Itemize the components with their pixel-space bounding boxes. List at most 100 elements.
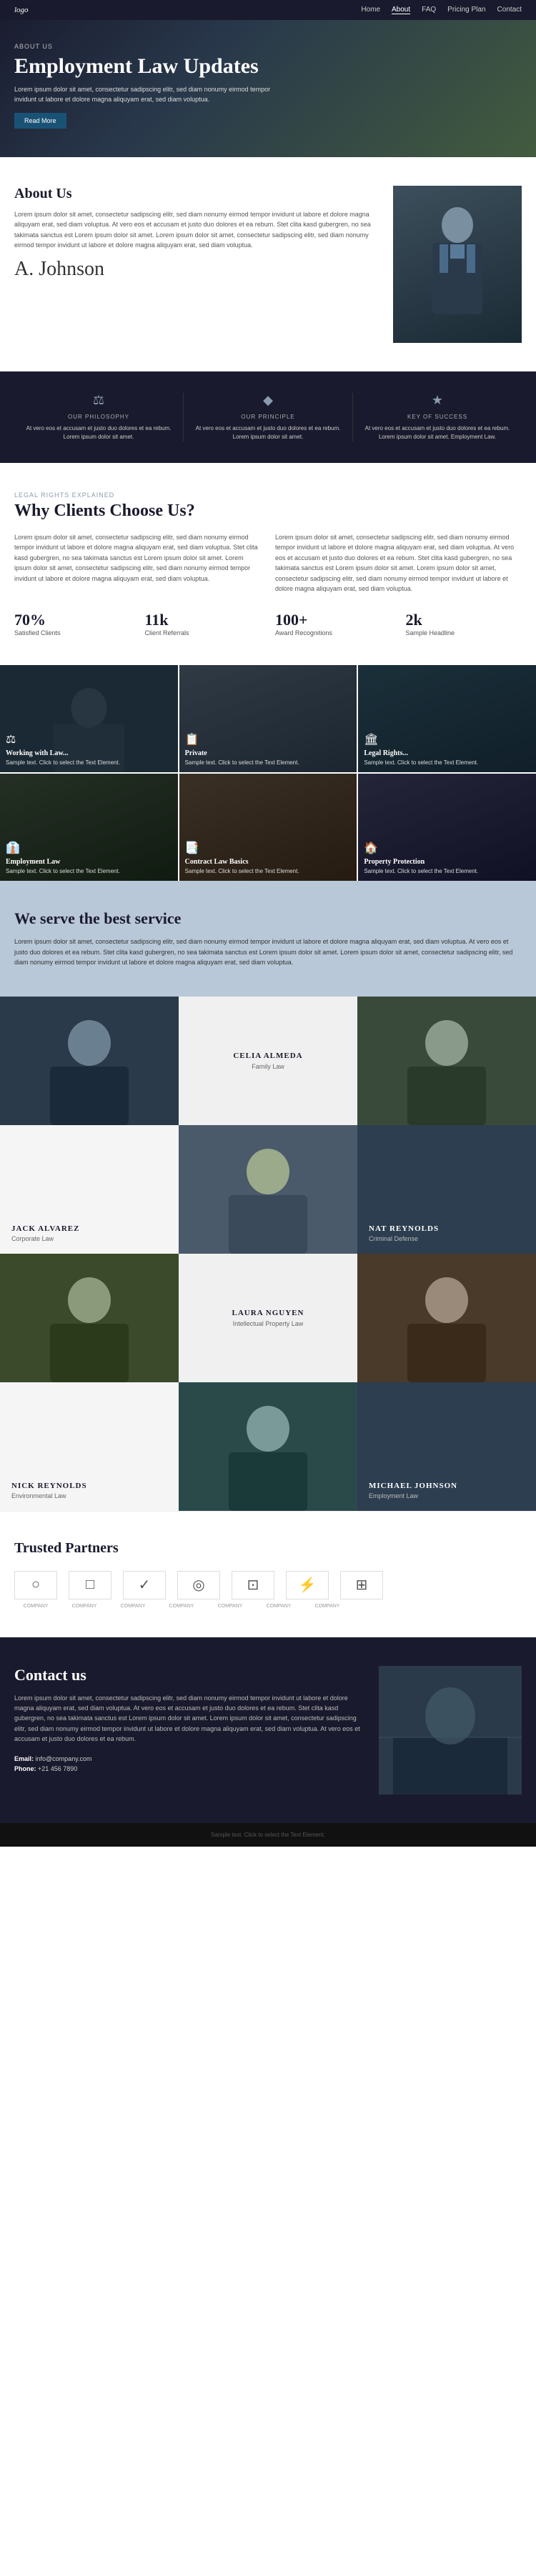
card-content-2: 🏛 Legal Rights... Sample text. Click to … [364, 732, 530, 767]
contact-phone-value: +21 456 7890 [38, 1765, 77, 1772]
partner-logo-3: ◎ [177, 1571, 220, 1599]
team-name-michael: MICHAEL JOHNSON [369, 1482, 457, 1490]
team-person-right-3 [357, 1254, 536, 1382]
team-img-left-1 [0, 997, 179, 1125]
philosophy-text-2: At vero eos et accusam et justo duo dolo… [360, 424, 515, 441]
about-text-content: About Us Lorem ipsum dolor sit amet, con… [14, 186, 379, 281]
contact-section: Contact us Lorem ipsum dolor sit amet, c… [0, 1637, 536, 1823]
service-section: We serve the best service Lorem ipsum do… [0, 881, 536, 996]
stats-row: 70% Satisfied Clients 11k Client Referra… [14, 611, 522, 636]
hero-label: ABOUT US [14, 43, 286, 50]
partner-logo-4: ⊡ [232, 1571, 274, 1599]
stat-num-0: 70% [14, 611, 131, 629]
partner-logo-1: □ [69, 1571, 111, 1599]
card-title-3: Employment Law [6, 858, 172, 866]
partners-section: Trusted Partners ○ □ ✓ ◎ ⊡ ⚡ ⊞ COMPANY C… [0, 1511, 536, 1637]
nav-about[interactable]: About [392, 6, 410, 14]
team-img-center-4 [179, 1382, 357, 1511]
philosophy-text-1: At vero eos et accusam et justo duo dolo… [191, 424, 345, 441]
stat-3: 2k Sample Headline [406, 611, 522, 636]
team-cell-nick: NICK REYNOLDS Environmental Law [0, 1382, 179, 1511]
card-content-1: 📋 Private Sample text. Click to select t… [185, 732, 352, 767]
stat-0: 70% Satisfied Clients [14, 611, 131, 636]
service-title: We serve the best service [14, 909, 522, 928]
team-cell-laura: LAURA NGUYEN Intellectual Property Law [179, 1254, 357, 1382]
stat-num-1: 11k [145, 611, 262, 629]
team-name-nick: NICK REYNOLDS [11, 1482, 87, 1490]
stat-label-1: Client Referrals [145, 629, 262, 636]
why-col-2: Lorem ipsum dolor sit amet, consectetur … [275, 532, 522, 594]
team-role-jack: Corporate Law [11, 1235, 79, 1242]
partner-label-4: COMPANY [209, 1604, 252, 1609]
card-3[interactable]: 👔 Employment Law Sample text. Click to s… [0, 774, 178, 881]
nav-home[interactable]: Home [361, 6, 380, 14]
card-text-3: Sample text. Click to select the Text El… [6, 867, 172, 875]
nav-contact[interactable]: Contact [497, 6, 522, 14]
signature: A. Johnson [14, 258, 379, 281]
navigation: logo Home About FAQ Pricing Plan Contact [0, 0, 536, 20]
team-cell-michael: MICHAEL JOHNSON Employment Law [357, 1382, 536, 1511]
partner-logo-0: ○ [14, 1571, 57, 1599]
footer-text: Sample text. Click to select the Text El… [211, 1832, 325, 1838]
philosophy-text-0: At vero eos et accusam et justo duo dolo… [21, 424, 176, 441]
philosophy-label-1: OUR PRINCIPLE [191, 414, 345, 420]
stat-1: 11k Client Referrals [145, 611, 262, 636]
nav-logo: logo [14, 6, 29, 14]
card-4[interactable]: 📑 Contract Law Basics Sample text. Click… [179, 774, 357, 881]
card-text-0: Sample text. Click to select the Text El… [6, 759, 172, 767]
why-label: LEGAL RIGHTS EXPLAINED [14, 491, 522, 499]
philosophy-icon-0: ⚖ [21, 393, 176, 408]
why-title: Why Clients Choose Us? [14, 501, 522, 521]
card-title-2: Legal Rights... [364, 749, 530, 757]
card-title-0: Working with Law... [6, 749, 172, 757]
card-text-1: Sample text. Click to select the Text El… [185, 759, 352, 767]
person-illustration [415, 200, 500, 329]
about-para: Lorem ipsum dolor sit amet, consectetur … [14, 209, 379, 251]
philosophy-icon-2: ★ [360, 393, 515, 408]
team-row-3: LAURA NGUYEN Intellectual Property Law [0, 1254, 536, 1382]
card-icon-5: 🏠 [364, 841, 530, 855]
nav-pricing[interactable]: Pricing Plan [447, 6, 485, 14]
card-text-2: Sample text. Click to select the Text El… [364, 759, 530, 767]
stat-label-3: Sample Headline [406, 629, 522, 636]
footer: Sample text. Click to select the Text El… [0, 1823, 536, 1847]
contact-phone-row: Phone: +21 456 7890 [14, 1765, 364, 1772]
team-name-jack: JACK ALVAREZ [11, 1224, 79, 1233]
hero-text: Lorem ipsum dolor sit amet, consectetur … [14, 85, 286, 104]
philosophy-strip: ⚖ OUR PHILOSOPHY At vero eos et accusam … [0, 371, 536, 463]
cards-grid: ⚖ Working with Law... Sample text. Click… [0, 665, 536, 881]
team-role-laura: Intellectual Property Law [233, 1320, 304, 1327]
team-img-right-3 [357, 1254, 536, 1382]
card-5[interactable]: 🏠 Property Protection Sample text. Click… [358, 774, 536, 881]
stat-2: 100+ Award Recognitions [275, 611, 392, 636]
why-cols: Lorem ipsum dolor sit amet, consectetur … [14, 532, 522, 594]
team-row-4: NICK REYNOLDS Environmental Law MICHAEL … [0, 1382, 536, 1511]
hero-read-more-button[interactable]: Read More [14, 113, 66, 129]
hero-title: Employment Law Updates [14, 54, 286, 78]
card-2[interactable]: 🏛 Legal Rights... Sample text. Click to … [358, 665, 536, 772]
philosophy-item-0: ⚖ OUR PHILOSOPHY At vero eos et accusam … [14, 393, 184, 441]
card-1[interactable]: 📋 Private Sample text. Click to select t… [179, 665, 357, 772]
card-0[interactable]: ⚖ Working with Law... Sample text. Click… [0, 665, 178, 772]
stat-label-2: Award Recognitions [275, 629, 392, 636]
philosophy-item-1: ◆ OUR PRINCIPLE At vero eos et accusam e… [184, 393, 353, 441]
philosophy-label-2: KEY OF SUCCESS [360, 414, 515, 420]
team-row-2: JACK ALVAREZ Corporate Law NAT REYNOLDS … [0, 1125, 536, 1254]
nav-links: Home About FAQ Pricing Plan Contact [361, 6, 522, 14]
team-name-celia: CELIA ALMEDA [233, 1052, 302, 1060]
team-row-1: CELIA ALMEDA Family Law [0, 997, 536, 1125]
nav-faq[interactable]: FAQ [422, 6, 436, 14]
contact-email-value: info@company.com [36, 1755, 92, 1762]
team-role-nick: Environmental Law [11, 1492, 87, 1499]
about-section: About Us Lorem ipsum dolor sit amet, con… [0, 157, 536, 371]
service-text: Lorem ipsum dolor sit amet, consectetur … [14, 937, 522, 967]
about-image [393, 186, 522, 343]
card-text-4: Sample text. Click to select the Text El… [185, 867, 352, 875]
team-person-left-1 [0, 997, 179, 1125]
card-icon-3: 👔 [6, 841, 172, 855]
card-icon-2: 🏛 [364, 732, 530, 747]
card-text-5: Sample text. Click to select the Text El… [364, 867, 530, 875]
philosophy-icon-1: ◆ [191, 393, 345, 408]
contact-phone-label: Phone: [14, 1765, 36, 1772]
team-img-right-1 [357, 997, 536, 1125]
